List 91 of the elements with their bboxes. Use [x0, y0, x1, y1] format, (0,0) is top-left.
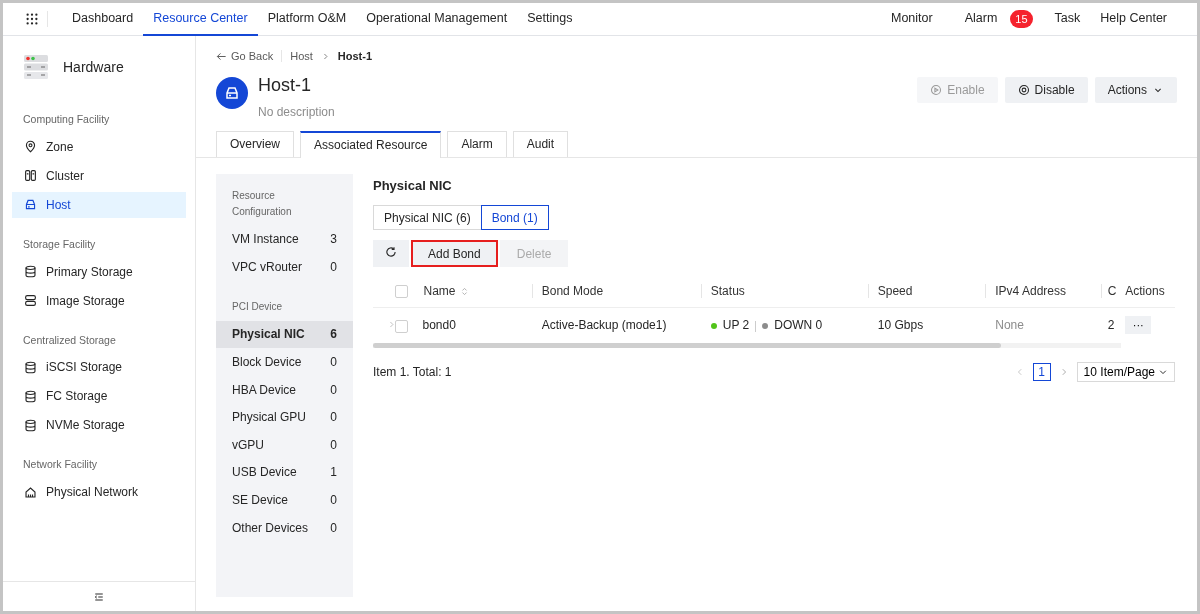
- column-header: Speed: [877, 283, 913, 298]
- play-icon: [930, 83, 943, 96]
- sidebar-group-label: Storage Facility: [22, 236, 97, 252]
- tab[interactable]: Overview: [216, 130, 294, 157]
- pagination-summary: Item 1. Total: 1: [373, 364, 452, 381]
- tab[interactable]: Audit: [512, 130, 569, 157]
- cluster-icon: [24, 169, 37, 183]
- sidebar-group-label: Centralized Storage: [22, 332, 117, 348]
- nav-link[interactable]: Help Center: [1090, 2, 1177, 36]
- toolbar-button[interactable]: Add Bond: [411, 240, 498, 267]
- sidebar-group-label: Computing Facility: [22, 112, 111, 127]
- panel-group-label: Resource Configuration: [231, 188, 293, 219]
- database-icon: [24, 418, 37, 432]
- refresh-icon: [385, 245, 397, 258]
- database-icon: [24, 265, 37, 278]
- sidebar-item[interactable]: Primary Storage: [12, 258, 186, 285]
- resource-item[interactable]: SE Device 0: [216, 486, 353, 514]
- database-icon: [24, 389, 37, 403]
- nav-link[interactable]: Monitor: [881, 2, 943, 36]
- column-header: Name: [423, 283, 456, 298]
- column-header: IPv4 Address: [995, 283, 1066, 298]
- collapse-icon[interactable]: [93, 590, 105, 603]
- panel-group-label: PCI Device: [231, 299, 283, 314]
- actions-dropdown-button[interactable]: Actions: [1094, 76, 1177, 103]
- tab[interactable]: Associated Resource: [300, 130, 442, 158]
- alarm-count-badge: 15: [1010, 9, 1033, 29]
- page-title: Host-1: [258, 73, 312, 97]
- resource-item[interactable]: Other Devices 0: [216, 513, 353, 542]
- nav-tab[interactable]: Operational Management: [356, 2, 518, 36]
- sidebar-item[interactable]: Zone: [12, 133, 186, 160]
- host-avatar-icon: [216, 76, 248, 109]
- server-rack-icon: [23, 54, 49, 80]
- sidebar-item[interactable]: FC Storage: [12, 383, 186, 410]
- select-all-checkbox[interactable]: [394, 285, 408, 299]
- segment-tab[interactable]: Physical NIC (6): [373, 205, 482, 230]
- nav-tab[interactable]: Platform O&M: [257, 2, 357, 36]
- expand-icon[interactable]: [387, 320, 394, 330]
- table-cell: bond0: [422, 318, 456, 333]
- refresh-button[interactable]: [373, 240, 409, 267]
- arrow-left-icon: [216, 50, 227, 62]
- back-link[interactable]: Go Back: [216, 48, 274, 65]
- storage-icon: [24, 294, 37, 307]
- resource-item[interactable]: Physical NIC 6: [216, 320, 353, 349]
- caret-icon: [1158, 367, 1168, 377]
- resource-item[interactable]: vGPU 0: [216, 431, 353, 459]
- sidebar-item[interactable]: Image Storage: [12, 287, 186, 314]
- column-header: Actions: [1125, 283, 1165, 298]
- status-text: UP 2: [722, 318, 750, 333]
- row-checkbox[interactable]: [394, 319, 408, 333]
- stop-icon: [1017, 83, 1030, 96]
- network-icon: [24, 485, 37, 499]
- header-button[interactable]: Disable: [1004, 76, 1088, 103]
- nav-tab[interactable]: Resource Center: [143, 2, 258, 36]
- nav-link[interactable]: Alarm: [954, 2, 1008, 36]
- breadcrumb-item[interactable]: Host: [290, 48, 313, 65]
- tab[interactable]: Alarm: [447, 130, 507, 157]
- page-button[interactable]: 1: [1032, 363, 1051, 381]
- resource-item[interactable]: HBA Device 0: [216, 375, 353, 404]
- more-actions-button[interactable]: ···: [1125, 316, 1152, 335]
- table-cell: Active-Backup (mode1): [541, 318, 667, 333]
- nav-tab[interactable]: Dashboard: [62, 2, 144, 36]
- database-icon: [24, 360, 37, 374]
- page-size-select[interactable]: 10 Item/Page: [1076, 362, 1175, 382]
- app-grid-icon[interactable]: [25, 12, 39, 26]
- segment-tab[interactable]: Bond (1): [480, 205, 549, 230]
- sidebar-item[interactable]: Host: [12, 191, 186, 218]
- column-header: Status: [710, 283, 745, 298]
- breadcrumb-item: Host-1: [337, 49, 373, 64]
- resource-item[interactable]: Block Device 0: [216, 348, 353, 376]
- drive-icon: [24, 198, 37, 212]
- resource-item[interactable]: Physical GPU 0: [216, 403, 353, 432]
- column-header: C: [1107, 283, 1117, 298]
- sidebar-item[interactable]: Cluster: [12, 162, 186, 189]
- resource-item[interactable]: USB Device 1: [216, 458, 353, 487]
- section-title: Physical NIC: [373, 176, 453, 195]
- sidebar-item[interactable]: iSCSI Storage: [12, 354, 186, 381]
- table-cell: 2: [1107, 318, 1115, 333]
- sidebar-group-label: Network Facility: [22, 457, 99, 473]
- nav-link[interactable]: Task: [1044, 2, 1091, 36]
- sidebar-item[interactable]: NVMe Storage: [12, 412, 186, 439]
- sidebar-item[interactable]: Physical Network: [12, 479, 186, 505]
- sidebar-title: Hardware: [63, 57, 124, 77]
- resource-item[interactable]: VPC vRouter 0: [216, 253, 353, 281]
- table-cell: 10 Gbps: [877, 318, 924, 333]
- column-header: Bond Mode: [541, 283, 604, 298]
- pin-icon: [24, 140, 37, 154]
- status-text: DOWN 0: [774, 318, 823, 333]
- table-cell: None: [995, 318, 1024, 333]
- resource-item[interactable]: VM Instance 3: [216, 225, 353, 254]
- nav-tab[interactable]: Settings: [517, 2, 583, 36]
- description-text: No description: [258, 103, 335, 121]
